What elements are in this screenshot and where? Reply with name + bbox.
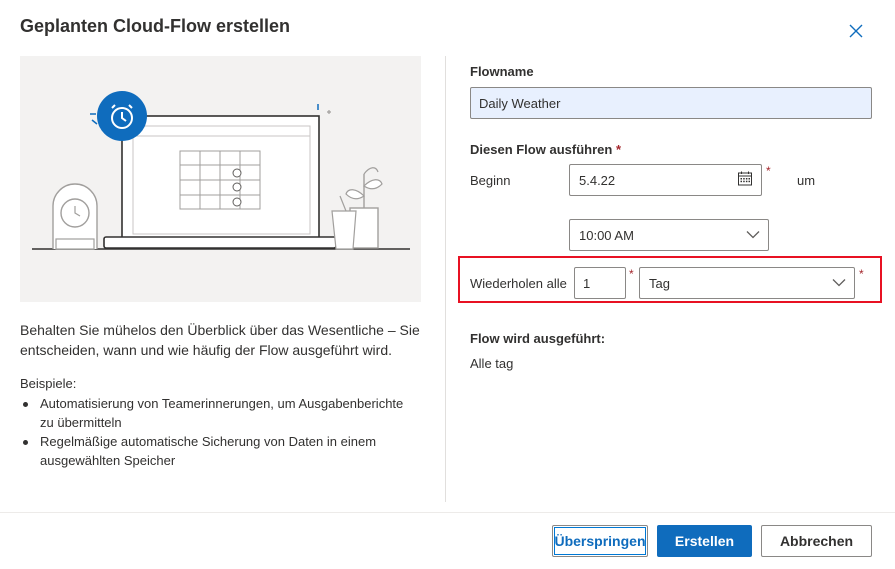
start-time-value: 10:00 AM [579,227,634,243]
skip-button[interactable]: Überspringen [552,525,648,557]
create-button[interactable]: Erstellen [657,525,752,557]
calendar-icon[interactable] [737,171,753,190]
column-divider [445,56,446,502]
start-date-value: 5.4.22 [579,172,616,188]
close-icon [849,24,863,38]
required-mark: * [766,164,771,178]
at-label: um [797,173,816,188]
runs-label: Flow wird ausgeführt: [470,331,606,346]
illustration [20,56,421,302]
repeat-label: Wiederholen alle [470,276,567,291]
start-time-dropdown[interactable]: 10:00 AM [569,219,769,251]
start-label: Beginn [470,173,511,188]
dialog-title: Geplanten Cloud-Flow erstellen [20,16,291,36]
examples-label: Beispiele: [20,376,77,391]
runs-value: Alle tag [470,356,514,371]
flowname-input[interactable] [470,87,872,119]
repeat-interval-input[interactable] [574,267,626,299]
repeat-unit-value: Tag [649,275,670,291]
run-label-text: Diesen Flow ausführen [470,142,613,157]
list-item: Regelmäßige automatische Sicherung von D… [20,432,420,470]
required-mark: * [629,267,634,281]
start-date-picker[interactable]: 5.4.22 [569,164,762,196]
footer-divider [0,512,895,513]
list-item: Automatisierung von Teamerinnerungen, um… [20,394,420,432]
repeat-unit-dropdown[interactable]: Tag [639,267,855,299]
flowname-label: Flowname [470,64,534,79]
examples-list: Automatisierung von Teamerinnerungen, um… [20,394,420,470]
close-button[interactable] [845,20,867,42]
description-text: Behalten Sie mühelos den Überblick über … [20,322,420,358]
chevron-down-icon [832,276,846,291]
chevron-down-icon [746,228,760,243]
required-mark: * [859,267,864,281]
cancel-button[interactable]: Abbrechen [761,525,872,557]
run-label: Diesen Flow ausführen * [470,142,621,157]
required-mark: * [615,142,621,157]
